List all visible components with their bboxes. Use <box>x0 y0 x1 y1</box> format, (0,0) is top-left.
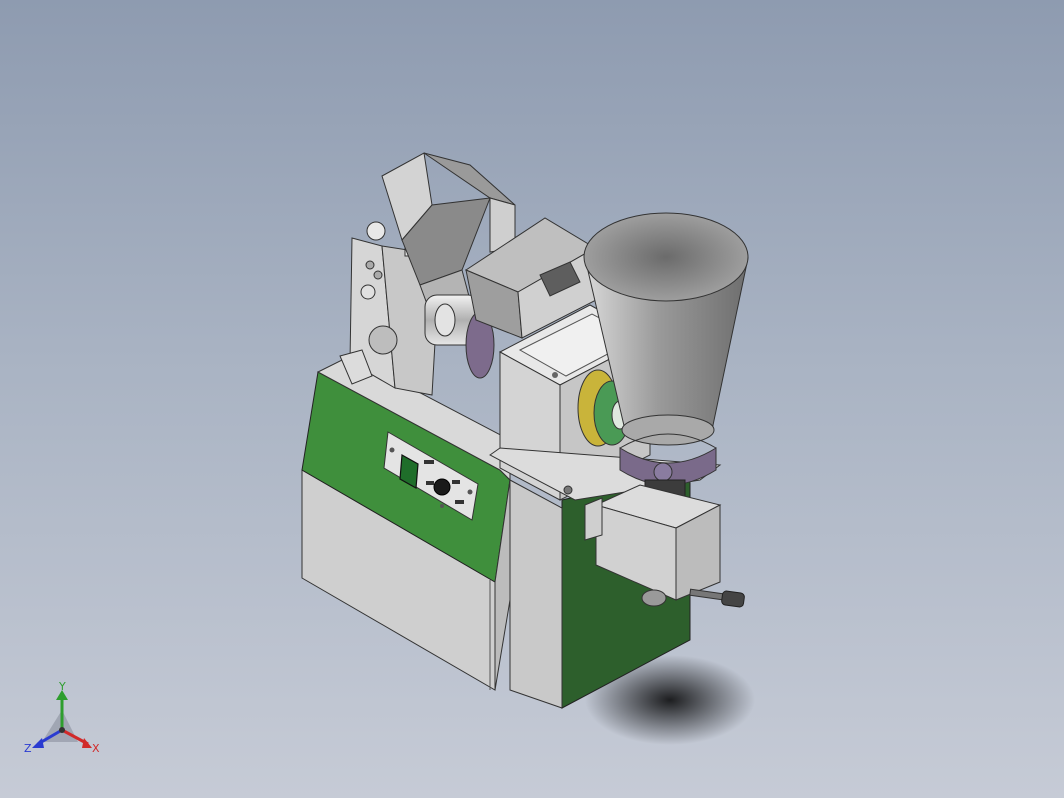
triad-x-arrow <box>82 738 92 748</box>
rail-hole-left <box>563 485 573 495</box>
frame-bearing <box>368 325 398 355</box>
dumpling-machine-model[interactable] <box>0 0 1064 798</box>
triad-y-label: Y <box>58 680 66 693</box>
coordinate-triad: Y X Z <box>24 680 100 755</box>
hopper-rim <box>583 212 749 302</box>
pipe-bracket <box>584 497 603 541</box>
adjust-handle-grip[interactable] <box>721 590 745 608</box>
cad-viewport[interactable]: Y X Z <box>0 0 1064 798</box>
pipe-outlet <box>641 589 667 607</box>
frame-bolt-top <box>366 221 386 241</box>
triad-z-label: Z <box>24 742 32 755</box>
triad-origin <box>59 727 65 733</box>
hopper-clamp-knob[interactable] <box>653 462 673 482</box>
roller-hub <box>434 303 456 337</box>
panel-screw-1 <box>389 447 395 453</box>
frame-bolt-mid <box>360 284 376 300</box>
panel-screw-3 <box>440 504 444 508</box>
speed-knob-icon[interactable] <box>433 478 451 496</box>
frame-spring-1 <box>365 260 375 270</box>
panel-screw-2 <box>467 489 473 495</box>
frame-spring-2 <box>373 270 383 280</box>
triad-z-arrow <box>32 738 44 748</box>
triad-x-label: X <box>92 742 100 755</box>
rear-hopper-back <box>423 152 516 206</box>
gearbox-lid-screw <box>552 372 558 378</box>
body-lower-block <box>509 479 563 709</box>
